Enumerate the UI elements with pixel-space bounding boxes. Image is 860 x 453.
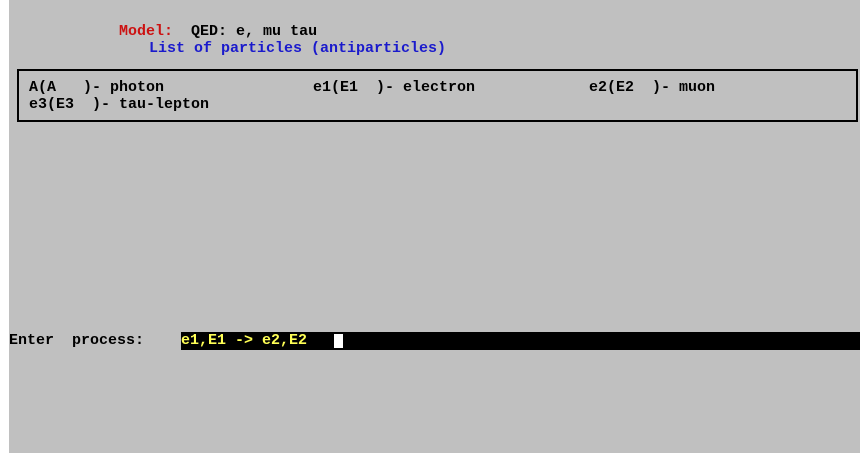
process-input-field[interactable]: e1,E1 -> e2,E2 (181, 332, 860, 350)
terminal-screen: Model: QED: e, mu tau List of particles … (9, 0, 860, 453)
model-label: Model: (119, 23, 174, 40)
particle-list-box: A(A )- photon e1(E1 )- electron e2(E2 )-… (17, 69, 858, 122)
particle-item-tau-lepton: e3(E3 )- tau-lepton (29, 96, 210, 113)
model-name: QED: e, mu tau (191, 23, 318, 40)
particle-list-title: List of particles (antiparticles) (149, 40, 447, 57)
particle-item-muon: e2(E2 )- muon (589, 79, 716, 96)
text-cursor (334, 334, 343, 348)
process-prompt-row: Enter process: e1,E1 -> e2,E2 (9, 332, 860, 350)
process-prompt-label: Enter process: (9, 332, 145, 349)
particle-item-photon: A(A )- photon (29, 79, 165, 96)
process-input-value[interactable]: e1,E1 -> e2,E2 (181, 332, 307, 350)
particle-item-electron: e1(E1 )- electron (313, 79, 476, 96)
